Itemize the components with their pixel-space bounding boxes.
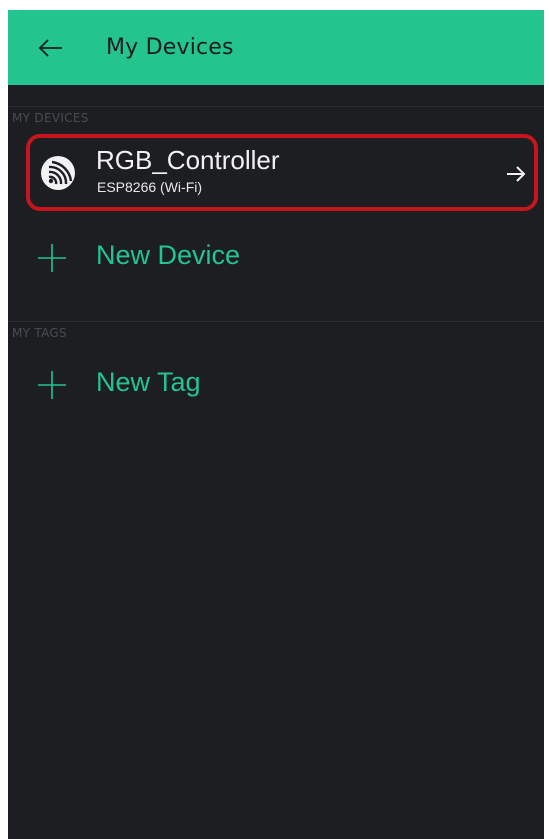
- arrow-right-icon[interactable]: [504, 162, 528, 186]
- espressif-icon: [40, 155, 76, 191]
- plus-icon: [36, 369, 68, 401]
- new-device-label: New Device: [96, 240, 241, 270]
- new-tag-label: New Tag: [96, 367, 201, 397]
- app-header: My Devices: [8, 10, 544, 85]
- app-screen: My Devices MY DEVICES RGB_Controller ESP…: [8, 10, 544, 839]
- device-item-rgb-controller[interactable]: RGB_Controller ESP8266 (Wi-Fi): [26, 134, 538, 211]
- plus-icon: [36, 242, 68, 274]
- page-title: My Devices: [106, 35, 234, 60]
- device-name: RGB_Controller: [96, 145, 280, 175]
- section-divider: [8, 106, 544, 107]
- section-label-my-devices: MY DEVICES: [12, 111, 89, 125]
- back-arrow-icon[interactable]: [30, 30, 70, 66]
- section-divider: [8, 321, 544, 322]
- section-label-my-tags: MY TAGS: [12, 326, 67, 340]
- device-board-type: ESP8266 (Wi-Fi): [97, 179, 203, 195]
